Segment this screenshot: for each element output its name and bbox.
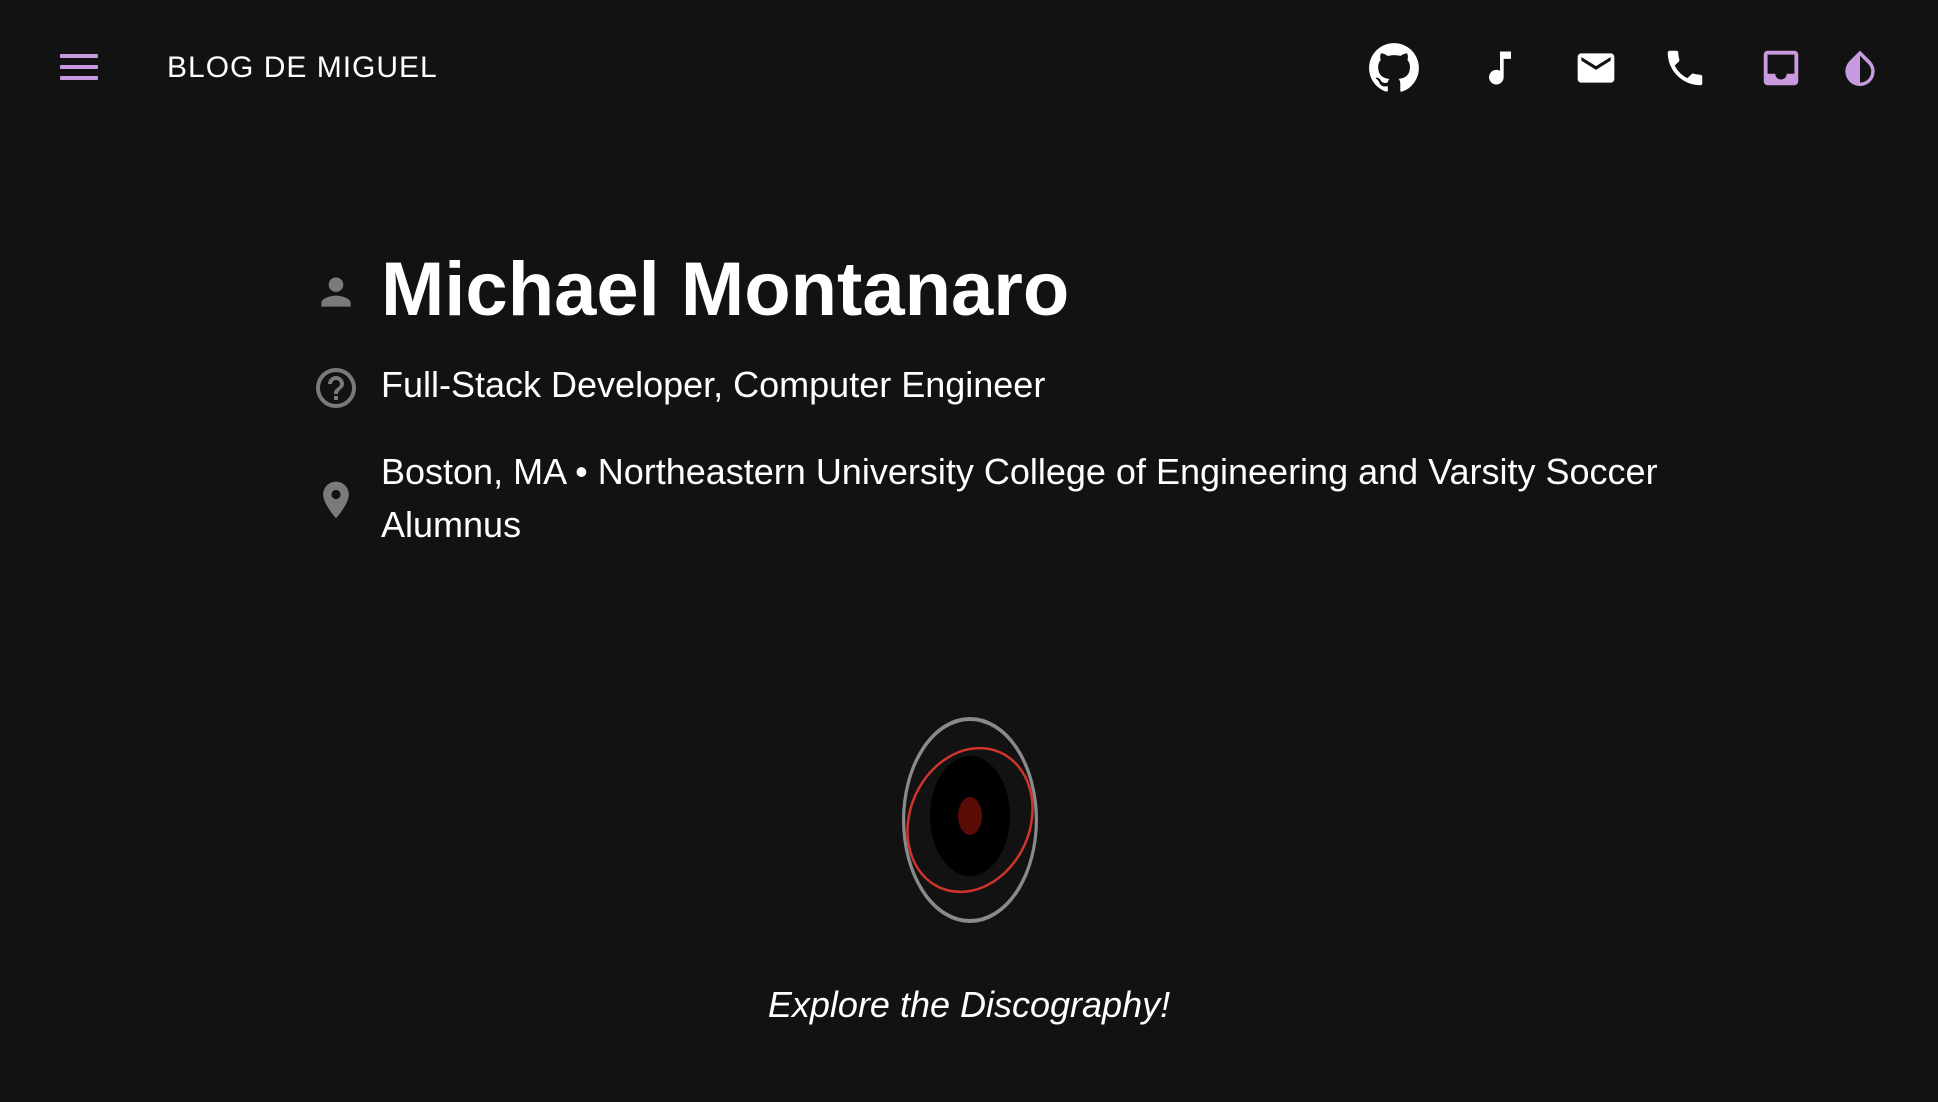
- music-link[interactable]: [1470, 38, 1530, 98]
- email-icon: [1577, 53, 1615, 83]
- app-bar: BLOG DE MIGUEL: [0, 0, 1938, 136]
- theme-toggle-button[interactable]: [1830, 38, 1890, 98]
- inbox-button[interactable]: [1751, 38, 1811, 98]
- phone-icon: [1667, 50, 1703, 86]
- person-icon-wrap: [300, 270, 372, 314]
- person-icon: [321, 277, 351, 307]
- music-note-icon: [1489, 51, 1511, 85]
- location-row: Boston, MA • Northeastern University Col…: [300, 445, 1701, 551]
- github-link[interactable]: [1364, 38, 1424, 98]
- name-row: [300, 270, 372, 314]
- discography-disc[interactable]: [870, 710, 1070, 930]
- github-icon: [1369, 43, 1419, 92]
- menu-button[interactable]: [56, 48, 102, 88]
- profile-role: Full-Stack Developer, Computer Engineer: [381, 364, 1046, 405]
- profile-name: Michael Montanaro: [381, 247, 1070, 332]
- vinyl-disc-icon: [902, 717, 1039, 923]
- help-circle-icon: [316, 368, 356, 408]
- inbox-icon: [1763, 50, 1799, 86]
- brand-title[interactable]: BLOG DE MIGUEL: [167, 48, 438, 88]
- profile-location: Boston, MA • Northeastern University Col…: [381, 451, 1658, 545]
- menu-icon: [60, 54, 98, 80]
- location-pin-icon: [323, 481, 349, 519]
- email-link[interactable]: [1566, 38, 1626, 98]
- theme-toggle-icon: [1845, 50, 1875, 86]
- explore-discography-link[interactable]: Explore the Discography!: [0, 982, 1938, 1028]
- role-row: Full-Stack Developer, Computer Engineer: [300, 358, 1701, 412]
- phone-link[interactable]: [1655, 38, 1715, 98]
